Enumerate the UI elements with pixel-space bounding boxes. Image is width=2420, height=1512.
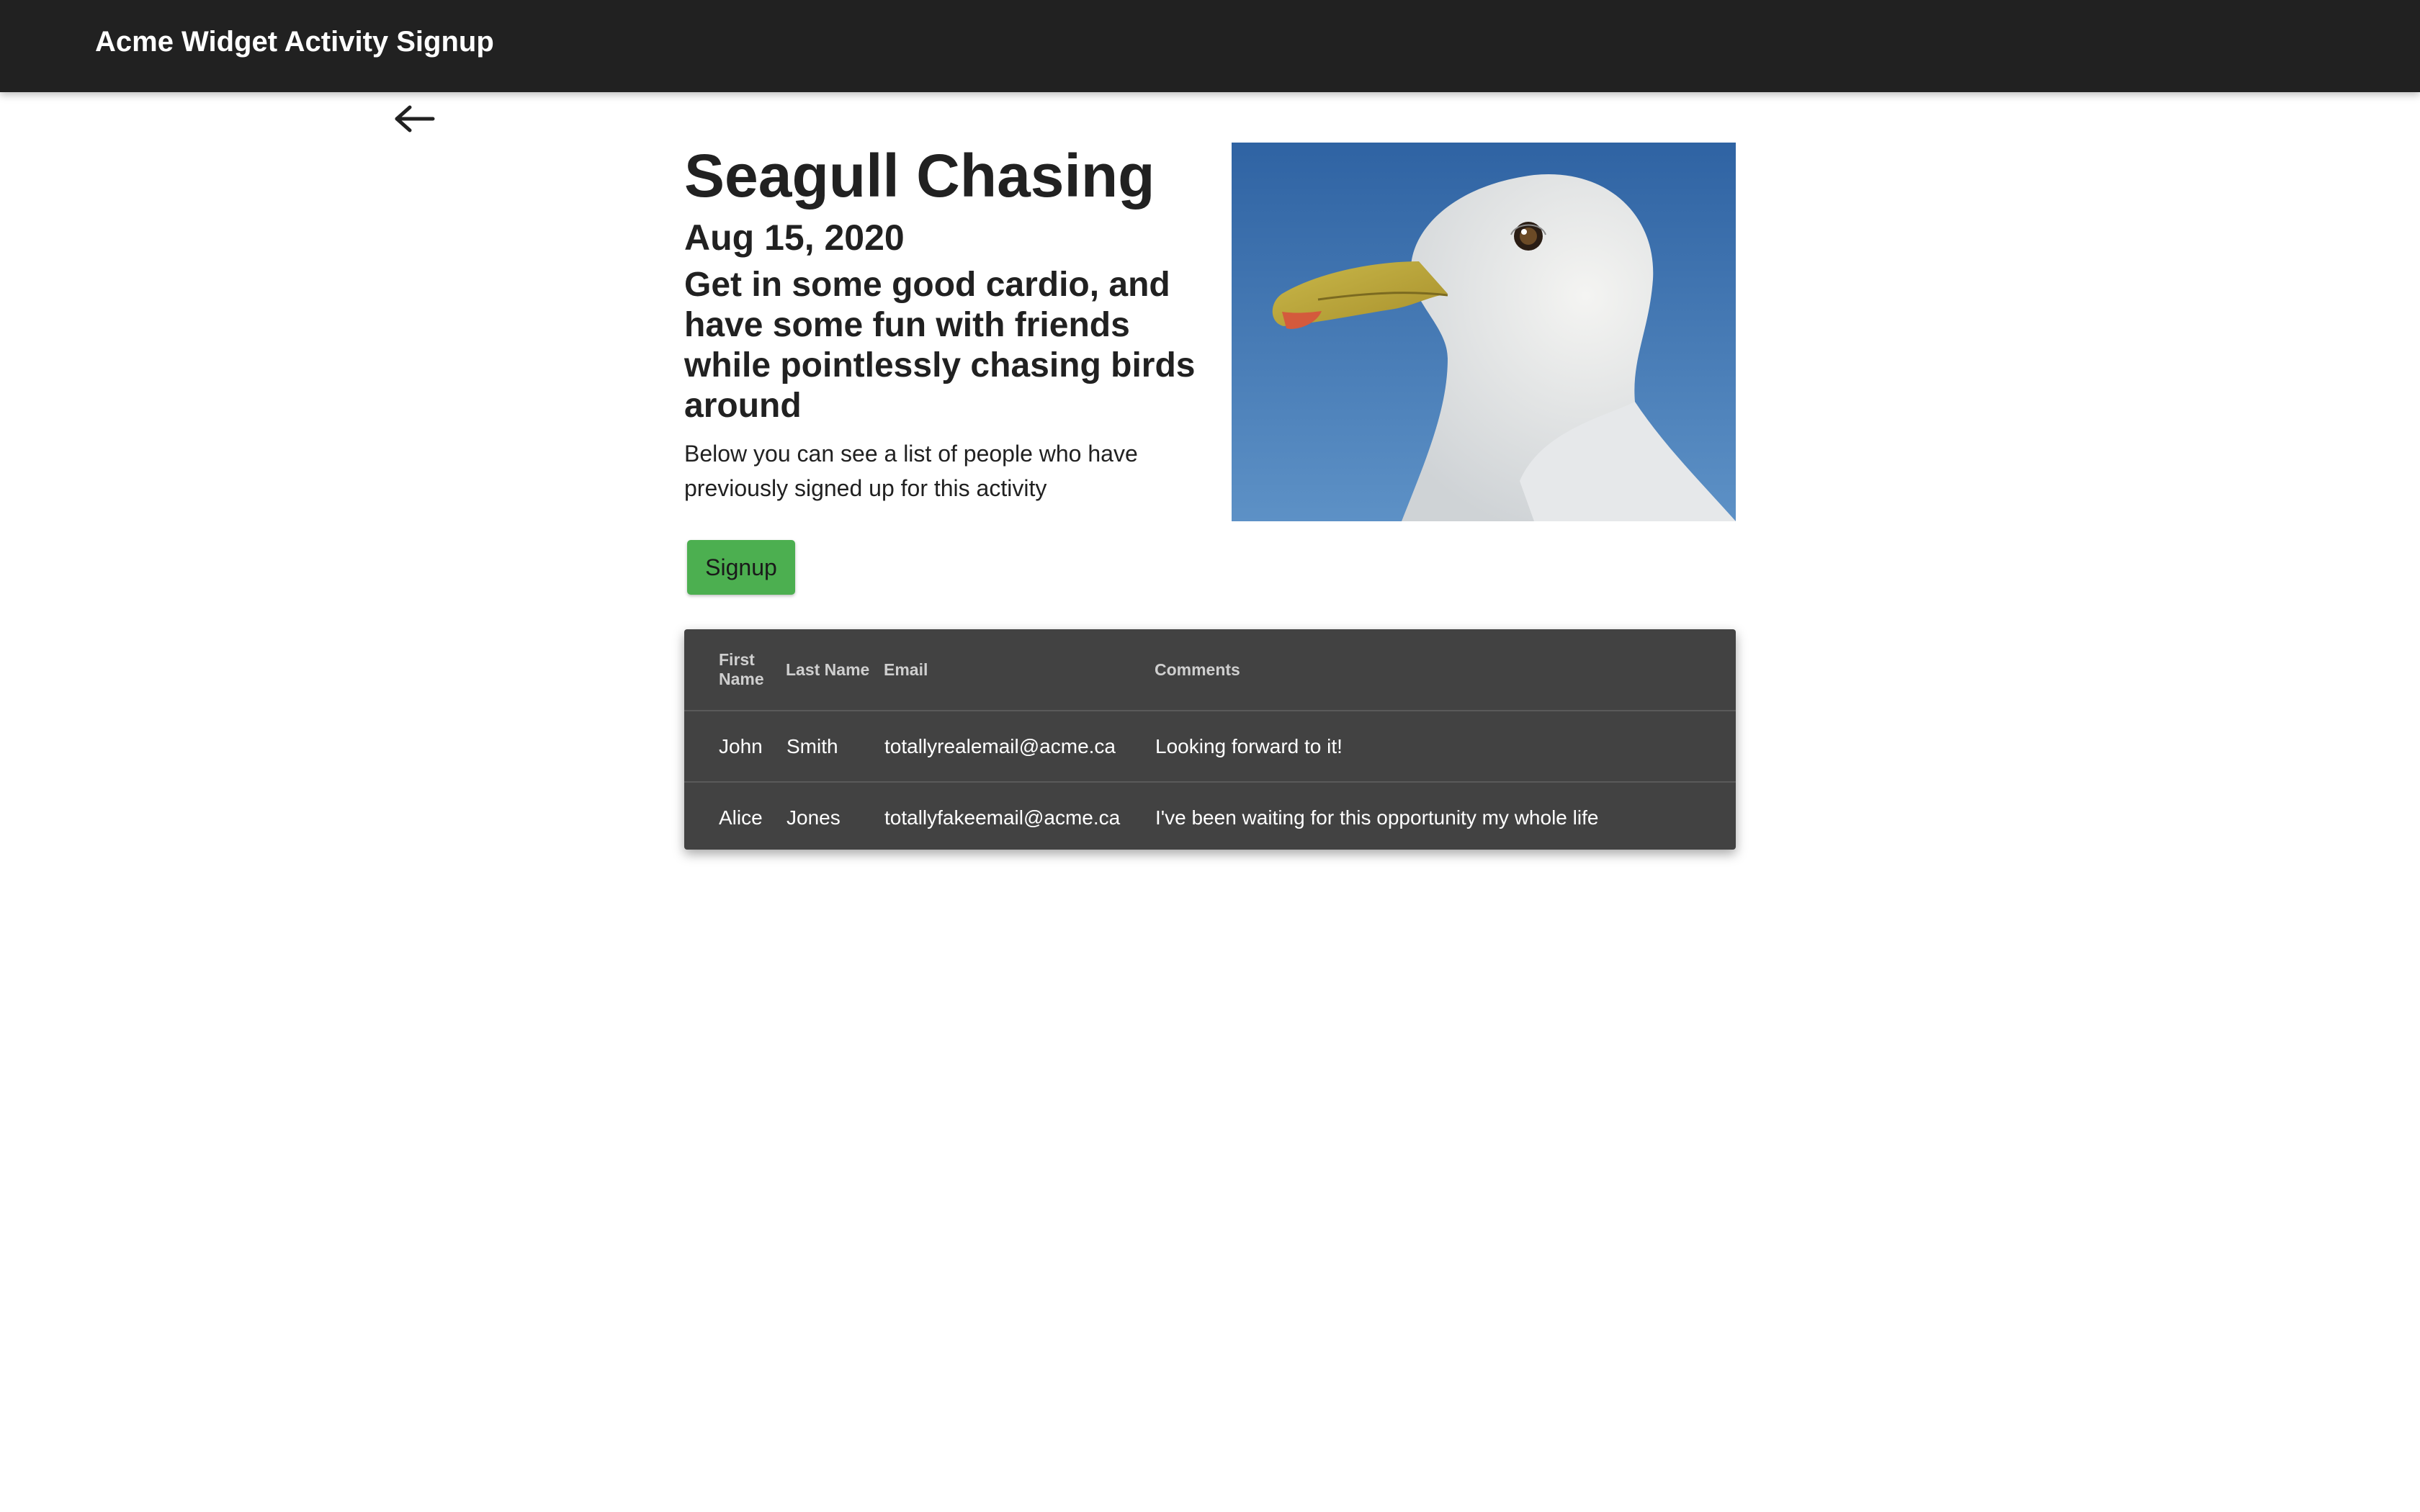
back-button[interactable] xyxy=(389,97,439,140)
activity-image xyxy=(1232,143,1736,521)
cell-comment: Looking forward to it! xyxy=(1155,711,1736,783)
table-row: John Smith totallyrealemail@acme.ca Look… xyxy=(684,711,1736,783)
cell-first-name: John xyxy=(684,711,786,783)
column-header-last-name[interactable]: Last Name xyxy=(786,629,884,711)
column-header-comments[interactable]: Comments xyxy=(1155,629,1736,711)
signups-table: First Name Last Name Email Comments John… xyxy=(684,629,1736,850)
activity-tagline: Get in some good cardio, and have some f… xyxy=(684,266,1196,425)
activity-description: Below you can see a list of people who h… xyxy=(684,441,1138,501)
activity-date: Aug 15, 2020 xyxy=(684,217,905,258)
cell-last-name: Jones xyxy=(786,806,841,829)
app-title: Acme Widget Activity Signup xyxy=(95,26,494,58)
activity-details: Seagull Chasing Aug 15, 2020 Get in some… xyxy=(684,141,1203,505)
cell-email: totallyrealemail@acme.ca xyxy=(884,711,1155,783)
cell-first-name: Alice xyxy=(719,806,763,829)
cell-comment: I've been waiting for this opportunity m… xyxy=(1155,806,1599,829)
column-header-email[interactable]: Email xyxy=(884,629,1155,711)
column-header-first-name[interactable]: First Name xyxy=(684,629,786,711)
cell-email: totallyfakeemail@acme.ca xyxy=(884,806,1121,829)
activity-title: Seagull Chasing xyxy=(684,142,1155,210)
table-row: Alice Jones totallyfakeemail@acme.ca I'v… xyxy=(684,782,1736,850)
signup-button[interactable]: Signup xyxy=(687,540,795,595)
app-bar: Acme Widget Activity Signup xyxy=(0,0,2420,92)
table-header-row: First Name Last Name Email Comments xyxy=(684,629,1736,711)
arrow-left-icon xyxy=(395,105,435,132)
cell-last-name: Smith xyxy=(786,711,884,783)
